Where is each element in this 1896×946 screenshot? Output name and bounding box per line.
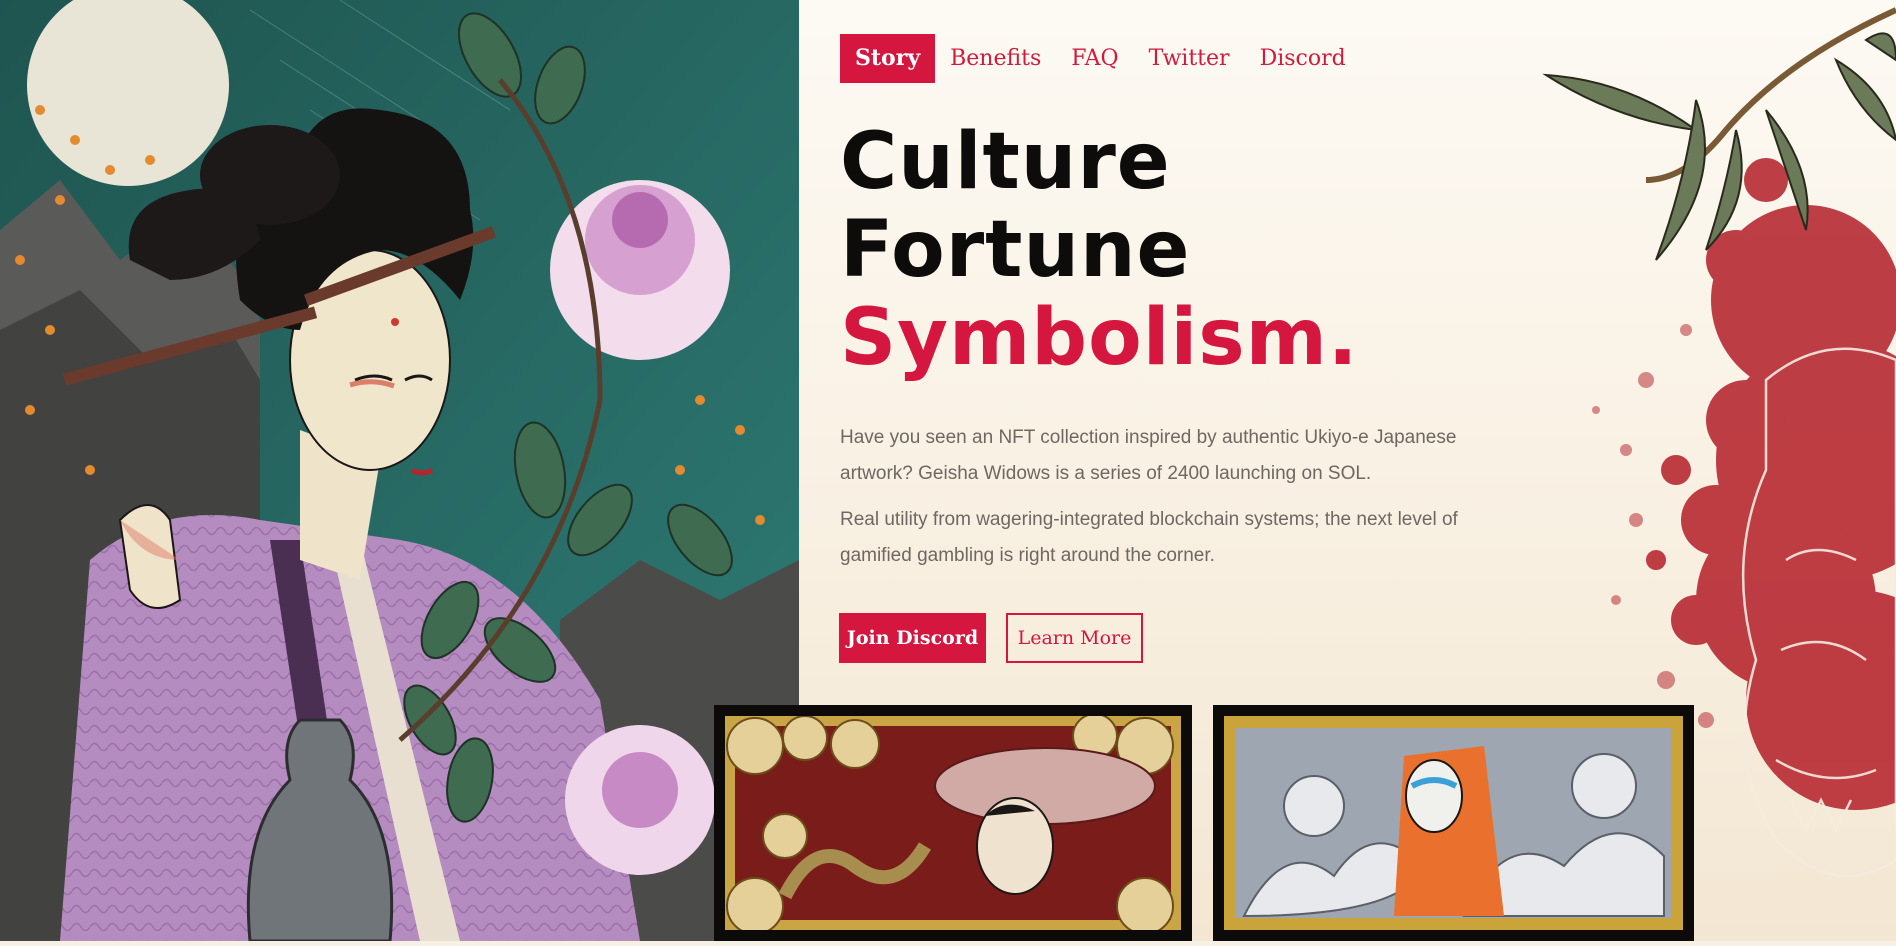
nav-story[interactable]: Story	[840, 34, 936, 83]
geisha-illustration	[0, 0, 799, 941]
nav-discord[interactable]: Discord	[1245, 34, 1361, 83]
nft-card-waves	[1213, 705, 1694, 941]
nav-twitter[interactable]: Twitter	[1134, 34, 1245, 83]
learn-more-button[interactable]: Learn More	[1006, 613, 1143, 663]
main-nav: Story Benefits FAQ Twitter Discord	[840, 34, 1361, 83]
nft-card-snake	[714, 705, 1192, 941]
nav-faq[interactable]: FAQ	[1056, 34, 1133, 83]
headline-line-1: Culture	[840, 117, 1171, 207]
headline-line-3: Symbolism.	[840, 293, 1359, 383]
headline-line-2: Fortune	[840, 205, 1191, 295]
hero-description-2: Real utility from wagering-integrated bl…	[840, 509, 1458, 566]
hero-headline: Culture Fortune Symbolism.	[840, 118, 1359, 382]
join-discord-button[interactable]: Join Discord	[839, 613, 986, 663]
hero-description-1: Have you seen an NFT collection inspired…	[840, 427, 1457, 484]
nav-benefits[interactable]: Benefits	[935, 34, 1056, 83]
